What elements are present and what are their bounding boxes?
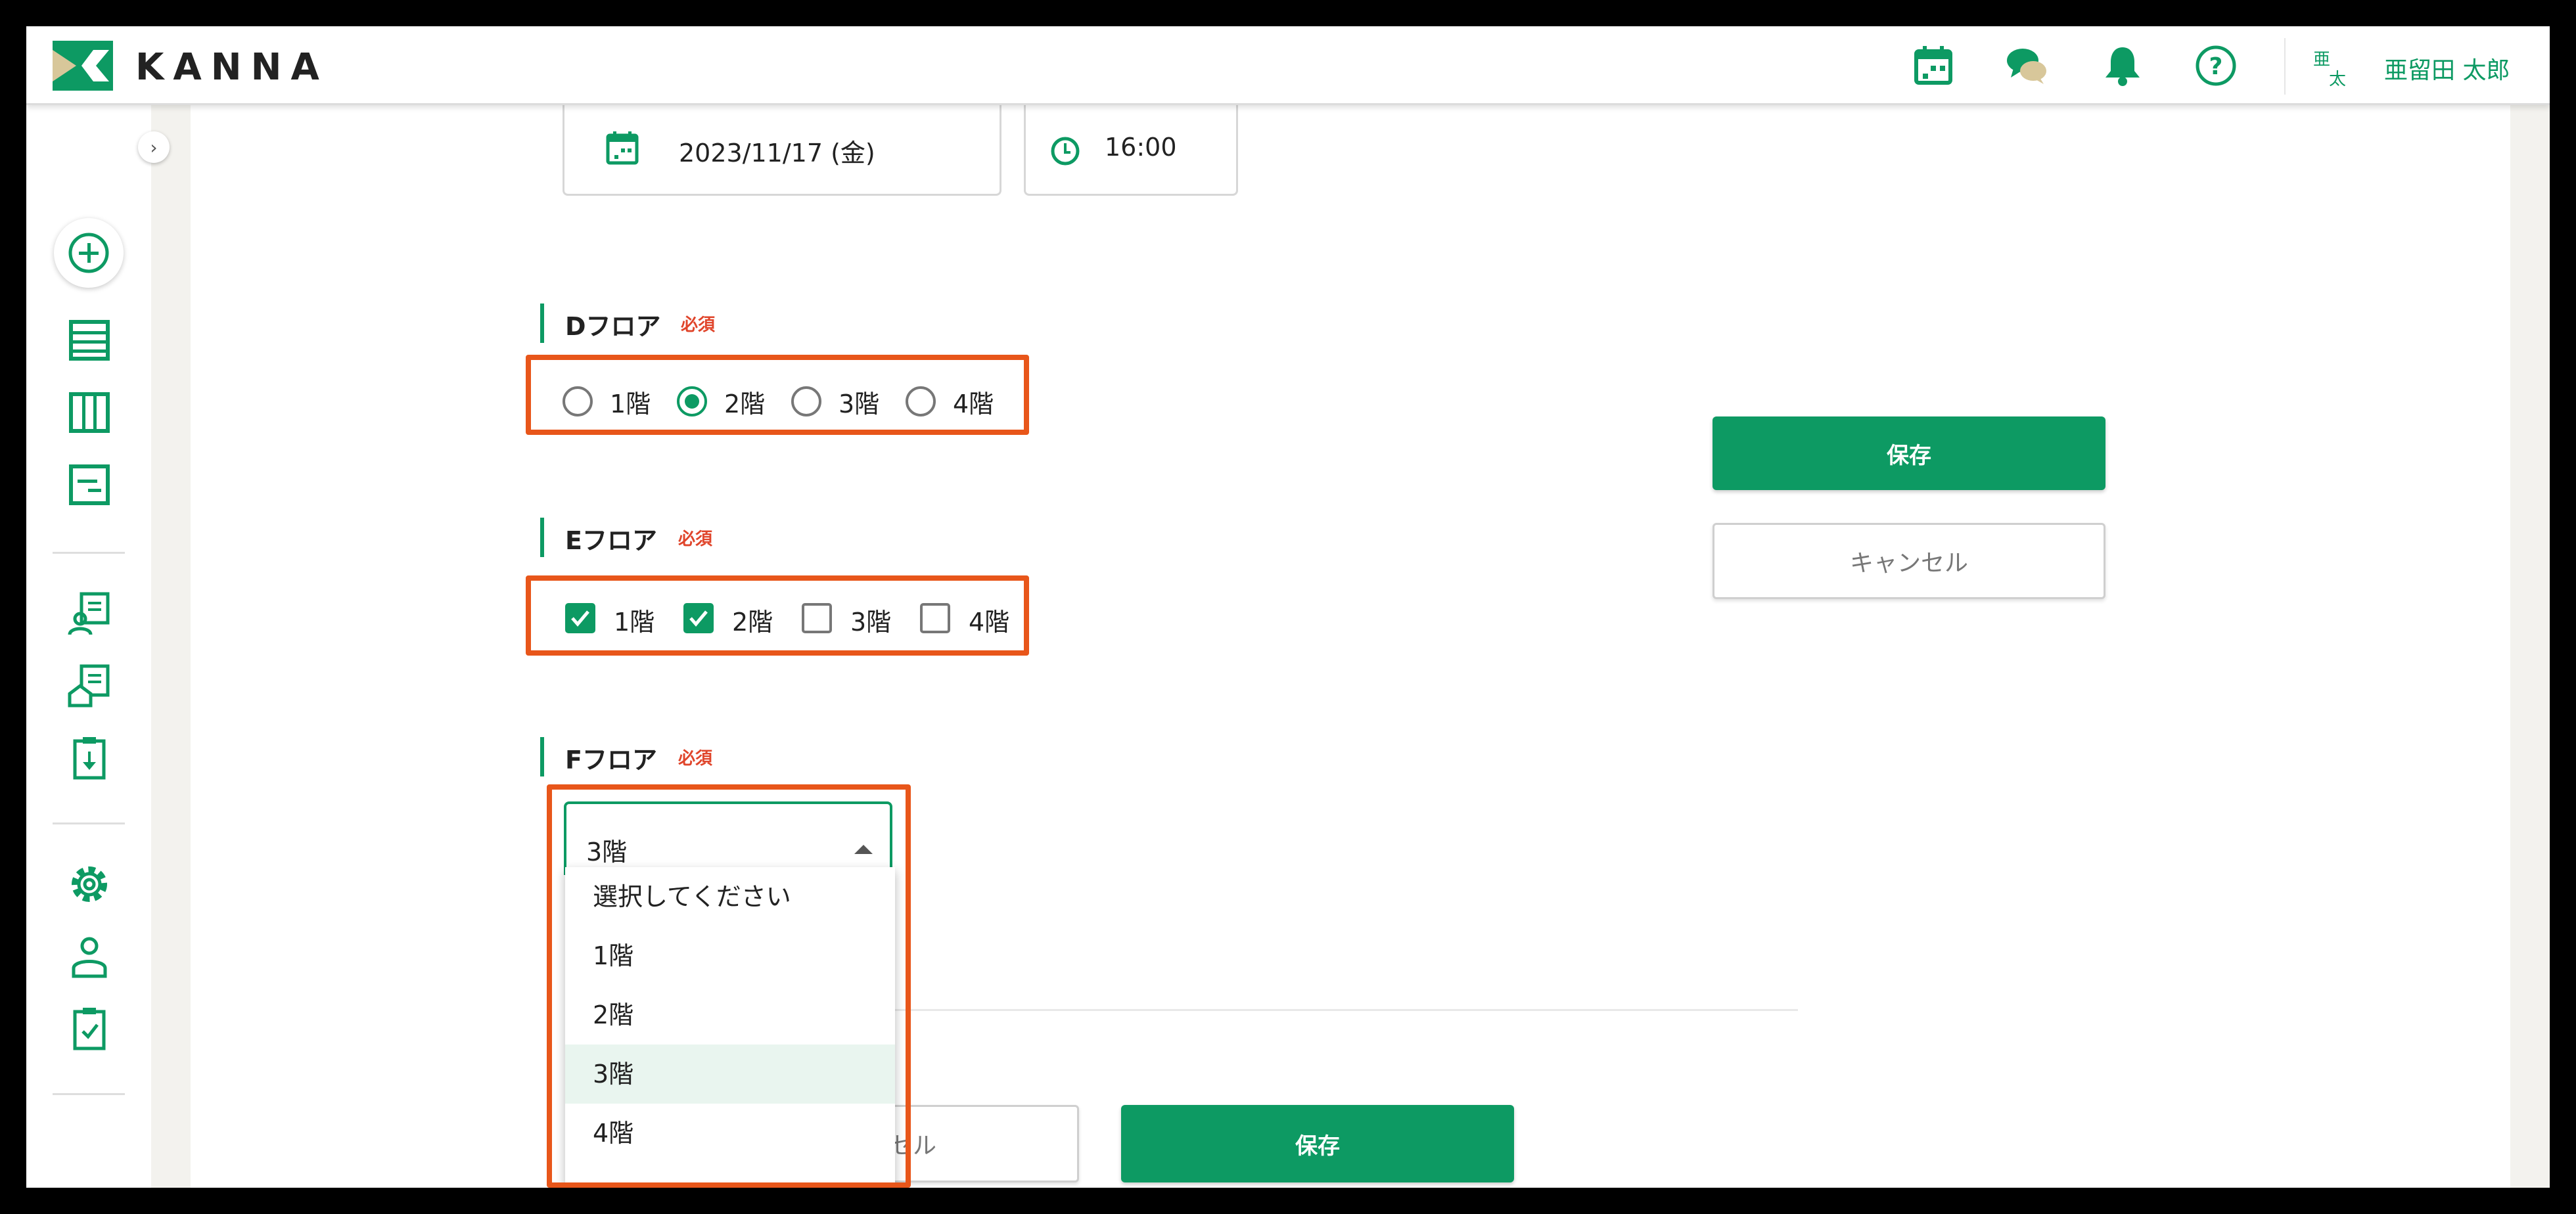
- check-clipboard-icon[interactable]: [66, 1005, 113, 1052]
- radio-4f[interactable]: [906, 386, 936, 416]
- bottom-save-button[interactable]: 保存: [1121, 1105, 1514, 1182]
- form-icon[interactable]: [66, 461, 113, 508]
- side-save-label: 保存: [1887, 442, 1931, 469]
- building-report-icon[interactable]: [66, 662, 113, 709]
- sidebar: [26, 105, 151, 1188]
- required-badge: 必須: [678, 749, 713, 769]
- svg-text:?: ?: [2209, 53, 2223, 80]
- sidebar-divider: [53, 1093, 125, 1095]
- required-badge: 必須: [681, 315, 716, 335]
- add-icon: [68, 233, 109, 273]
- time-value: 16:00: [1105, 133, 1177, 162]
- avatar[interactable]: 亜 太: [2311, 46, 2357, 89]
- help-icon[interactable]: ?: [2194, 43, 2238, 88]
- main-card: 2023/11/17 (金) 16:00 Dフロア 必須 1階 2階 3階 4階: [191, 105, 2510, 1188]
- radio-label[interactable]: 3階: [839, 384, 879, 420]
- avatar-initial-top: 亜: [2313, 50, 2331, 70]
- sidebar-divider: [53, 822, 125, 824]
- top-header: KANNA ? 亜 太 亜留田 太郎: [26, 26, 2550, 105]
- scrollbar[interactable]: [2512, 105, 2550, 1188]
- radio-label[interactable]: 2階: [724, 384, 765, 420]
- checkbox-label[interactable]: 2階: [732, 602, 773, 638]
- date-value: 2023/11/17 (金): [679, 139, 875, 168]
- kanna-logo: [53, 41, 113, 91]
- section-marker: [540, 518, 544, 557]
- e-floor-title: Eフロア: [565, 526, 657, 555]
- gear-icon[interactable]: [66, 861, 113, 908]
- checkbox-2f[interactable]: [683, 603, 714, 633]
- clock-icon: [1051, 137, 1080, 166]
- radio-3f[interactable]: [791, 386, 821, 416]
- checkbox-label[interactable]: 4階: [969, 602, 1009, 638]
- required-badge: 必須: [678, 529, 713, 549]
- bottom-save-label: 保存: [1295, 1133, 1340, 1159]
- add-button[interactable]: [54, 218, 124, 288]
- radio-label[interactable]: 1階: [610, 384, 651, 420]
- section-marker: [540, 304, 544, 343]
- checkbox-label[interactable]: 3階: [850, 602, 891, 638]
- side-save-button[interactable]: 保存: [1713, 416, 2105, 490]
- checkbox-4f[interactable]: [920, 603, 950, 633]
- chat-icon[interactable]: [2004, 43, 2049, 88]
- radio-2f[interactable]: [677, 386, 707, 416]
- highlight-box: [526, 575, 1029, 656]
- highlight-box: [547, 784, 911, 1188]
- bell-icon[interactable]: [2100, 43, 2145, 88]
- side-cancel-label: キャンセル: [1849, 550, 1968, 577]
- time-field[interactable]: 16:00: [1024, 105, 1238, 196]
- report-icon[interactable]: [66, 590, 113, 637]
- checkbox-3f[interactable]: [802, 603, 832, 633]
- sidebar-divider: [53, 552, 125, 554]
- side-cancel-button[interactable]: キャンセル: [1713, 523, 2105, 599]
- sidebar-expand-button[interactable]: ›: [138, 131, 170, 163]
- calendar-icon[interactable]: [1911, 43, 1956, 88]
- avatar-initial-bottom: 太: [2329, 70, 2347, 89]
- user-name[interactable]: 亜留田 太郎: [2384, 51, 2510, 85]
- section-marker: [540, 737, 544, 776]
- download-clipboard-icon[interactable]: [66, 734, 113, 782]
- d-floor-title: Dフロア: [565, 312, 661, 341]
- list-icon[interactable]: [66, 317, 113, 364]
- checkbox-label[interactable]: 1階: [614, 602, 655, 638]
- checkbox-1f[interactable]: [565, 603, 595, 633]
- app-window: KANNA ? 亜 太 亜留田 太郎 › 2023/11/17 (金) 16:0…: [26, 26, 2550, 1188]
- board-icon[interactable]: [66, 389, 113, 436]
- calendar-icon: [606, 131, 639, 165]
- header-divider: [2284, 38, 2286, 95]
- logo-text: KANNA: [135, 46, 329, 89]
- check-icon: [689, 610, 708, 627]
- check-icon: [571, 610, 589, 627]
- radio-1f[interactable]: [563, 386, 593, 416]
- radio-label[interactable]: 4階: [953, 384, 994, 420]
- user-icon[interactable]: [66, 933, 113, 980]
- f-floor-title: Fフロア: [565, 746, 657, 775]
- date-field[interactable]: 2023/11/17 (金): [563, 105, 1001, 196]
